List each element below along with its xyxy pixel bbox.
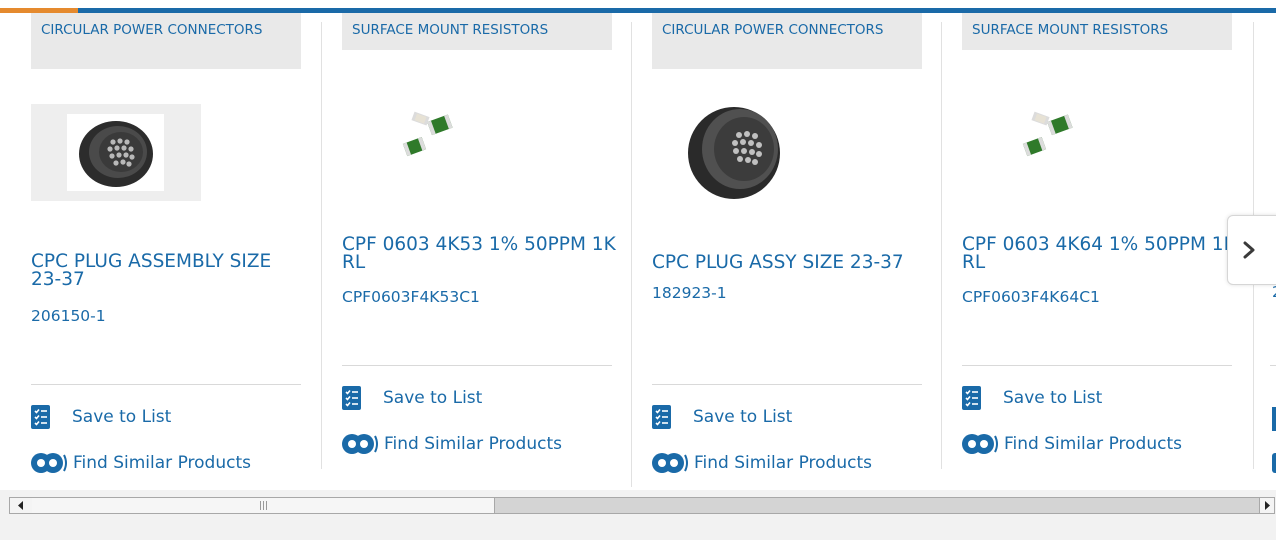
section-divider	[962, 365, 1232, 366]
carousel-next-button[interactable]	[1227, 215, 1276, 285]
find-similar-label: Find Similar Products	[1004, 434, 1182, 454]
product-title-link[interactable]: CPC PLUG ASSY SIZE 23-37	[652, 253, 927, 272]
product-image[interactable]	[682, 101, 792, 201]
checklist-icon	[652, 405, 671, 429]
find-similar-products-button[interactable]: Find Similar Products	[31, 450, 251, 476]
save-to-list-label: Save to List	[72, 407, 172, 427]
category-label[interactable]: SURFACE MOUNT RESISTORS	[962, 13, 1232, 50]
category-label[interactable]: CIRCULAR POWER CONNECTORS	[652, 13, 922, 69]
checklist-icon	[1272, 407, 1276, 431]
category-label[interactable]: SURFACE MOUNT RESISTORS	[342, 13, 612, 50]
category-label[interactable]: CIRCULAR POWER CONNECTORS	[31, 13, 301, 69]
section-divider	[31, 384, 301, 385]
smd-resistor-image	[402, 111, 453, 157]
save-to-list-button[interactable]: Save to List	[31, 404, 171, 430]
part-number-link[interactable]: 182923-1	[652, 284, 727, 302]
horizontal-scrollbar[interactable]	[9, 497, 1275, 514]
product-image[interactable]	[1020, 108, 1080, 163]
save-to-list-label: Save to List	[383, 388, 483, 408]
find-similar-products-button[interactable]: Find Similar Products	[342, 431, 562, 457]
find-similar-label: Find Similar Products	[73, 453, 251, 473]
scroll-right-button[interactable]	[1259, 498, 1274, 513]
product-card: SURFACE MOUNT RESISTORS CPF 0603 4K53 1%…	[342, 13, 616, 483]
save-to-list-label: Save to List	[693, 407, 793, 427]
scroll-left-arrow-icon	[18, 501, 23, 510]
product-image[interactable]	[31, 104, 201, 201]
section-divider	[652, 384, 922, 385]
scrollbar-thumb[interactable]	[32, 498, 495, 513]
connector-plug-image	[688, 107, 780, 199]
card-divider	[631, 22, 632, 487]
part-number-link[interactable]: 2	[1272, 283, 1276, 301]
chevron-right-icon	[1243, 241, 1255, 259]
save-to-list-button[interactable]: Save to List	[652, 404, 792, 430]
find-similar-icon	[652, 453, 688, 473]
scroll-left-button[interactable]	[10, 498, 33, 513]
product-card: CIRCULAR POWER CONNECTORS CPC PLUG ASSY …	[652, 13, 922, 483]
checklist-icon	[962, 386, 981, 410]
smd-resistor-image	[1022, 111, 1073, 157]
scroll-right-arrow-icon	[1265, 501, 1270, 510]
save-to-list-button[interactable]: Save to List	[342, 385, 482, 411]
find-similar-icon	[962, 434, 998, 454]
find-similar-label: Find Similar Products	[384, 434, 562, 454]
find-similar-icon	[1272, 453, 1276, 473]
product-card: CIRCULAR POWER CONNECTORS CPC PLUG ASSEM…	[31, 13, 301, 483]
connector-plug-image	[67, 114, 164, 191]
product-title-link[interactable]: CPC PLUG ASSEMBLY SIZE 23-37	[31, 252, 306, 289]
checklist-icon	[342, 386, 361, 410]
product-carousel: CIRCULAR POWER CONNECTORS CPC PLUG ASSEM…	[0, 0, 1276, 490]
find-similar-icon	[31, 453, 67, 473]
save-to-list-button[interactable]: Save to List	[962, 385, 1102, 411]
section-divider	[1270, 365, 1276, 366]
find-similar-label: Find Similar Products	[694, 453, 872, 473]
product-card: SURFACE MOUNT RESISTORS CPF 0603 4K64 1%…	[962, 13, 1236, 483]
checklist-icon	[31, 405, 50, 429]
find-similar-products-button[interactable]: Find Similar Products	[652, 450, 872, 476]
card-divider	[941, 22, 942, 469]
scrollbar-grip	[260, 501, 268, 510]
find-similar-products-button[interactable]: Find Similar Products	[962, 431, 1182, 457]
card-divider	[321, 22, 322, 469]
save-to-list-label: Save to List	[1003, 388, 1103, 408]
part-number-link[interactable]: 206150-1	[31, 307, 106, 325]
part-number-link[interactable]: CPF0603F4K64C1	[962, 288, 1100, 306]
section-divider	[342, 365, 612, 366]
find-similar-icon	[342, 434, 378, 454]
product-title-link[interactable]: CPF 0603 4K64 1% 50PPM 1K RL	[962, 235, 1237, 272]
product-image[interactable]	[400, 108, 460, 163]
part-number-link[interactable]: CPF0603F4K53C1	[342, 288, 480, 306]
product-title-link[interactable]: CPF 0603 4K53 1% 50PPM 1K RL	[342, 235, 617, 272]
